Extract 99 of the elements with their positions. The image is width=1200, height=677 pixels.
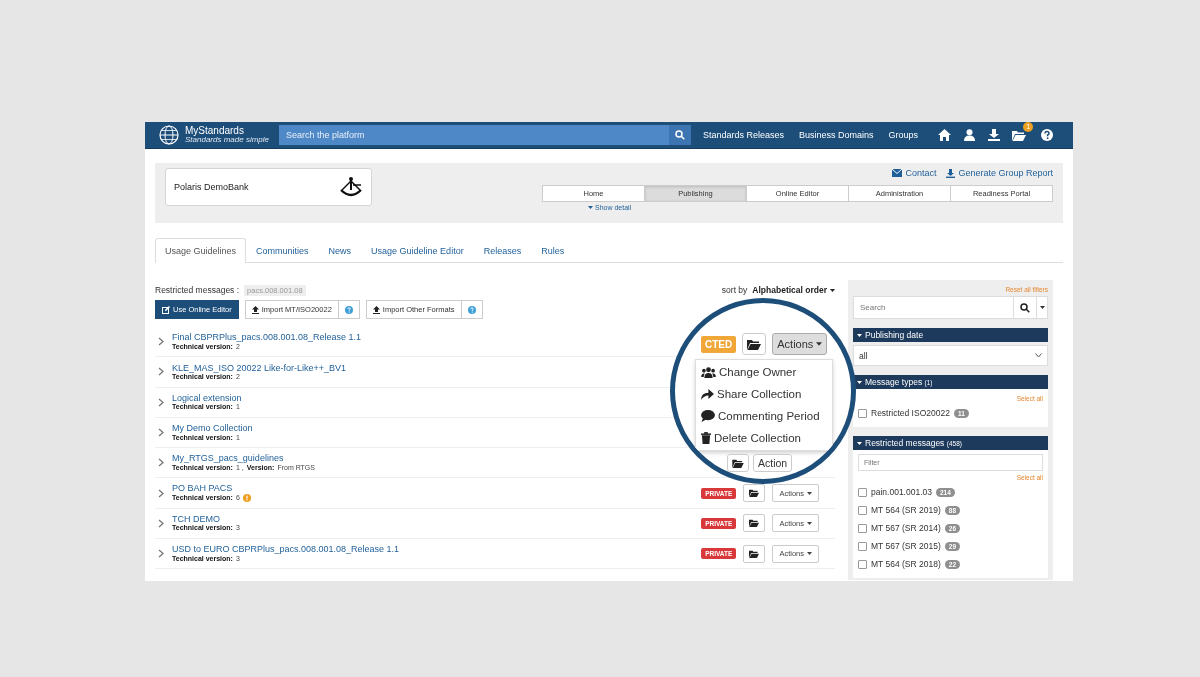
folder-icon <box>749 549 760 558</box>
contact-link[interactable]: Contact <box>892 168 937 178</box>
expand-chevron-icon[interactable] <box>158 518 164 528</box>
user-icon[interactable] <box>964 129 976 141</box>
caret-icon <box>588 206 593 209</box>
brand-name: MyStandards <box>185 126 245 136</box>
menu-item[interactable]: Change Owner <box>696 361 832 383</box>
generate-report-link[interactable]: Generate Group Report <box>946 168 1053 178</box>
download-icon <box>946 168 956 178</box>
caret-icon <box>857 380 862 384</box>
filter-option-label: Restricted ISO20022 <box>871 408 950 418</box>
caret-icon[interactable] <box>1039 306 1045 309</box>
actions-dropdown-button[interactable]: Actions <box>772 333 828 355</box>
folder-button[interactable] <box>743 484 766 503</box>
folder-icon <box>749 519 760 528</box>
checkbox[interactable] <box>858 559 867 569</box>
collection-name-link[interactable]: KLE_MAS_ISO 20022 Like-for-Like++_BV1 <box>172 363 347 373</box>
folder-button[interactable] <box>743 544 766 563</box>
collection-name-link[interactable]: Final CBPRPlus_pacs.008.001.08_Release 1.1 <box>172 333 362 343</box>
folder-icon <box>749 489 760 498</box>
filter-option-label: MT 564 (SR 2019) <box>871 505 941 515</box>
caret-icon <box>857 333 862 337</box>
sort-dropdown[interactable]: Alphabetical order <box>752 285 835 295</box>
group-name: Polaris DemoBank <box>174 182 249 192</box>
menu-item[interactable]: Commenting Period <box>696 405 832 427</box>
tab[interactable]: Usage Guideline Editor <box>361 238 474 262</box>
expand-chevron-icon[interactable] <box>158 337 164 347</box>
expand-chevron-icon[interactable] <box>158 458 164 468</box>
upload-icon <box>251 305 259 314</box>
caret-icon <box>807 491 812 495</box>
edit-icon <box>162 305 170 314</box>
filter-option-label: MT 564 (SR 2018) <box>871 559 941 569</box>
home-icon[interactable] <box>938 129 952 141</box>
download-icon[interactable] <box>988 129 1001 141</box>
nav-link[interactable]: Groups <box>888 130 919 140</box>
folder-icon[interactable] <box>1012 129 1027 141</box>
caret-icon <box>830 288 835 292</box>
help-button[interactable] <box>460 300 483 319</box>
brand-tagline: Standards made simple <box>185 136 270 144</box>
search-icon[interactable] <box>1020 302 1030 313</box>
actions-dropdown-button[interactable]: Action <box>753 454 793 472</box>
collection-name-link[interactable]: My_RTGS_pacs_guidelines <box>172 454 284 464</box>
caret-icon <box>807 552 812 556</box>
publishing-date-select[interactable]: all <box>853 345 1048 366</box>
folder-icon <box>732 458 744 468</box>
nav-link[interactable]: Business Domains <box>799 130 874 140</box>
search-button[interactable] <box>669 125 691 145</box>
sort-label: sort by <box>721 285 748 295</box>
menu-item[interactable]: Share Collection <box>696 383 832 405</box>
collection-name-link[interactable]: TCH DEMO <box>172 515 220 525</box>
expand-chevron-icon[interactable] <box>158 549 164 559</box>
share-arrow-icon <box>701 388 714 400</box>
checkbox[interactable] <box>858 523 867 533</box>
help-icon <box>467 305 476 314</box>
checkbox[interactable] <box>858 487 867 497</box>
restricted-messages-label: Restricted messages : <box>155 285 240 295</box>
caret-icon <box>816 342 823 346</box>
caret-icon <box>807 521 812 525</box>
tab[interactable]: Usage Guidelines <box>155 238 247 263</box>
expand-chevron-icon[interactable] <box>158 488 164 498</box>
upload-icon <box>372 305 380 314</box>
folder-button[interactable] <box>743 514 766 533</box>
envelope-icon <box>892 169 903 177</box>
checkbox[interactable] <box>858 541 867 551</box>
folder-icon <box>747 338 762 350</box>
collection-name-link[interactable]: Logical extension <box>172 393 242 404</box>
tab[interactable]: Releases <box>473 238 532 262</box>
help-button[interactable] <box>337 300 360 319</box>
filter-section-header[interactable]: Publishing date <box>853 328 1048 342</box>
help-icon <box>344 305 353 314</box>
expand-chevron-icon[interactable] <box>158 397 164 407</box>
help-icon[interactable] <box>1041 129 1054 141</box>
tab[interactable]: Communities <box>246 238 319 262</box>
expand-chevron-icon[interactable] <box>158 367 164 377</box>
collection-name-link[interactable]: My Demo Collection <box>172 424 253 434</box>
users-icon <box>701 366 716 378</box>
filter-option-label: MT 567 (SR 2015) <box>871 541 941 551</box>
filter-option-label: MT 567 (SR 2014) <box>871 523 941 533</box>
tab[interactable]: Rules <box>531 238 575 262</box>
status-badge: CTED <box>701 335 737 353</box>
folder-button[interactable] <box>727 454 749 472</box>
search-icon <box>675 130 685 140</box>
speech-bubble-icon <box>701 410 715 422</box>
folder-button[interactable] <box>742 333 767 355</box>
tab[interactable]: News <box>318 238 362 262</box>
expand-chevron-icon[interactable] <box>158 428 164 438</box>
collection-name-link[interactable]: USD to EURO CBPRPlus_pacs.008.001.08_Release 1.1 <box>172 545 400 555</box>
checkbox[interactable] <box>858 408 867 418</box>
trash-icon <box>701 432 711 444</box>
sextant-icon <box>339 176 363 198</box>
caret-icon <box>857 441 862 445</box>
chevron-down-icon <box>1035 353 1042 358</box>
nav-link[interactable]: Standards Releases <box>703 130 785 140</box>
checkbox[interactable] <box>858 505 867 515</box>
search-field[interactable]: Search <box>853 296 1014 319</box>
filter-option-label: pain.001.001.03 <box>871 487 932 497</box>
menu-item[interactable]: Delete Collection <box>696 427 832 449</box>
collection-name-link[interactable]: PO BAH PACS <box>172 484 233 494</box>
globe-logo-icon <box>159 125 179 145</box>
